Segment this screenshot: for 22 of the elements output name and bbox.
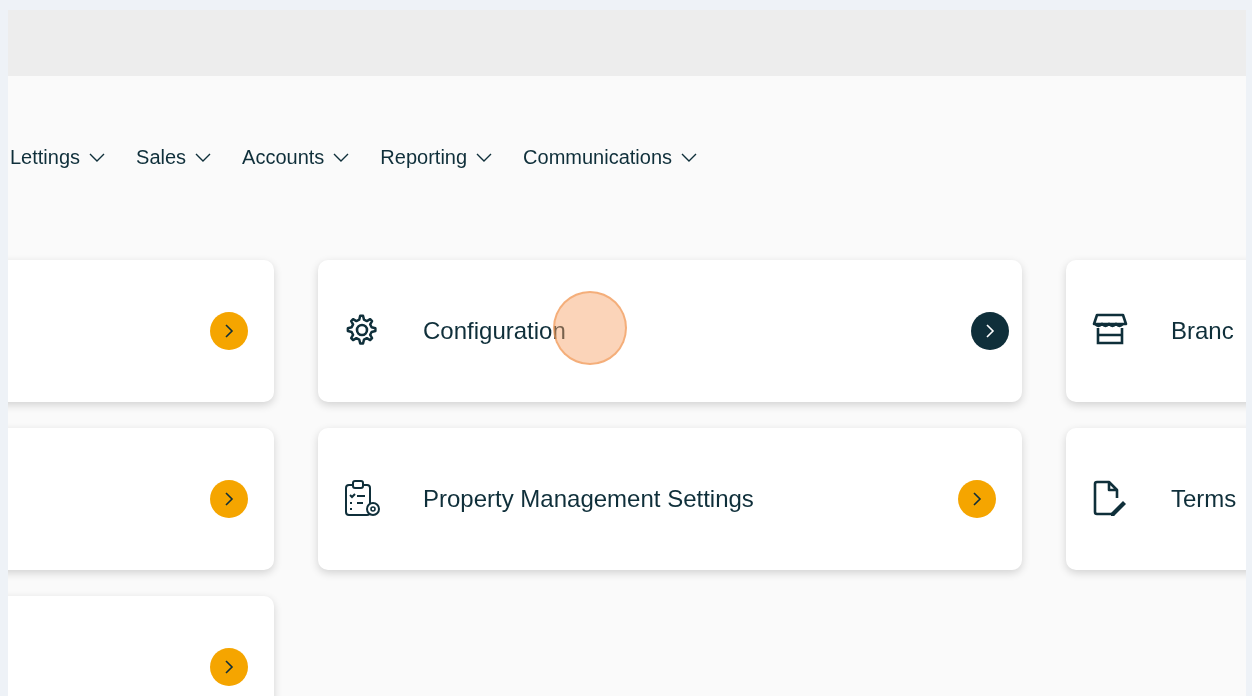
chevron-right-icon [984, 324, 996, 338]
arrow-button[interactable] [971, 312, 1009, 350]
card-title: Terms [1171, 485, 1237, 513]
nav-menu-item[interactable]: Sales [136, 145, 213, 169]
nav-menu-item[interactable]: Accounts [242, 145, 351, 169]
card-title: Property Management Settings [423, 485, 754, 513]
arrow-button[interactable] [210, 648, 248, 686]
clipboard-gear-icon [343, 479, 383, 519]
arrow-button[interactable] [210, 480, 248, 518]
arrow-button[interactable] [210, 312, 248, 350]
nav-menu-item[interactable]: Reporting [380, 145, 494, 169]
arrow-button[interactable] [958, 480, 996, 518]
menu-card[interactable]: Terms [1066, 428, 1246, 570]
chevron-right-icon [223, 492, 235, 506]
chevron-right-icon [971, 492, 983, 506]
card-title: Branc [1171, 317, 1234, 345]
menu-card[interactable]: Property Management Settings [318, 428, 1022, 570]
nav-menu-item[interactable]: Lettings [10, 145, 107, 169]
menu-card[interactable]: Branc [1066, 260, 1246, 402]
chevron-right-icon [223, 324, 235, 338]
nav-menu-item[interactable]: Communications [523, 145, 699, 169]
chevron-right-icon [223, 660, 235, 674]
